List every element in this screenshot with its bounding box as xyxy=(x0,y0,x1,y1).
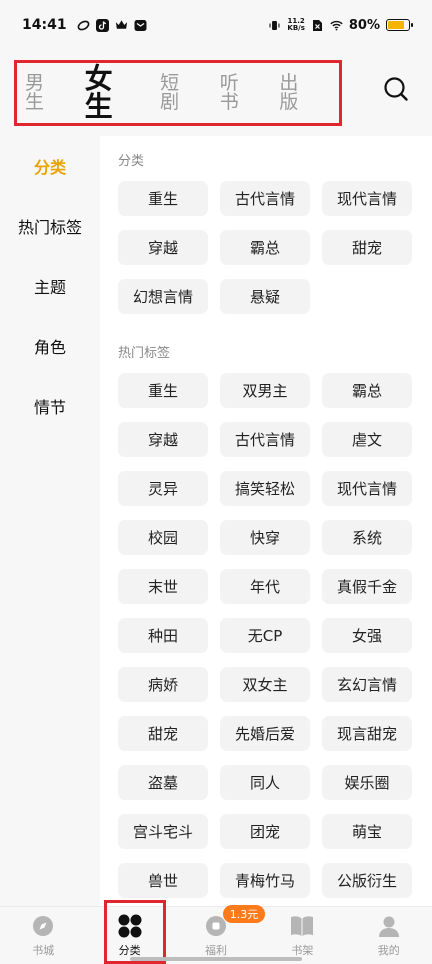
hot-tag[interactable]: 团宠 xyxy=(220,814,310,849)
hot-tag[interactable]: 虐文 xyxy=(322,422,412,457)
tab-male[interactable]: 男生 xyxy=(25,74,59,112)
hot-tag[interactable]: 真假千金 xyxy=(322,569,412,604)
category-sidebar: 分类 热门标签 主题 角色 情节 xyxy=(0,136,100,906)
battery-level xyxy=(388,21,404,29)
hot-tag[interactable]: 灵异 xyxy=(118,471,208,506)
hot-tag[interactable]: 年代 xyxy=(220,569,310,604)
hot-tag[interactable]: 种田 xyxy=(118,618,208,653)
hot-tag[interactable]: 古代言情 xyxy=(220,422,310,457)
category-tag[interactable]: 悬疑 xyxy=(220,279,310,314)
search-icon[interactable] xyxy=(382,75,410,103)
tag-content-panel: 分类 重生 古代言情 现代言情 穿越 霸总 甜宠 幻想言情 悬疑 热门标签 重生 双男主 霸总 穿越… xyxy=(100,136,432,906)
tab-publishing[interactable]: 出版 xyxy=(279,74,313,112)
crown-icon xyxy=(115,19,128,32)
bottom-nav: 书城 分类 福利 1.3元 书架 我的 xyxy=(0,905,432,964)
bottom-nav-welfare[interactable]: 福利 1.3元 xyxy=(173,905,266,958)
sidebar-item-category[interactable]: 分类 xyxy=(0,136,100,196)
hot-tag[interactable]: 系统 xyxy=(322,520,412,555)
hot-tag[interactable]: 先婚后爱 xyxy=(220,716,310,751)
message-icon xyxy=(134,19,147,32)
cloud-sync-icon xyxy=(77,19,90,32)
bottom-nav-label: 书架 xyxy=(291,944,314,957)
sidebar-item-plot[interactable]: 情节 xyxy=(0,376,100,436)
network-speed: 11.2 KB/s xyxy=(287,18,304,32)
hot-tag[interactable]: 病娇 xyxy=(118,667,208,702)
section-title-category: 分类 xyxy=(118,154,145,169)
top-channel-tabs: 男生 女生 短剧 听书 出版 xyxy=(14,60,342,126)
category-tag[interactable]: 古代言情 xyxy=(220,181,310,216)
category-tag[interactable]: 现代言情 xyxy=(322,181,412,216)
user-icon xyxy=(376,913,402,939)
hot-tag[interactable]: 搞笑轻松 xyxy=(220,471,310,506)
tiktok-icon xyxy=(95,18,109,32)
tab-audiobook[interactable]: 听书 xyxy=(220,74,254,112)
bottom-nav-bookshelf[interactable]: 书架 xyxy=(259,907,345,958)
grid-icon xyxy=(117,913,143,939)
tab-female[interactable]: 女生 xyxy=(85,65,135,121)
net-speed-unit: KB/s xyxy=(287,24,305,32)
hot-tag[interactable]: 兽世 xyxy=(118,863,208,898)
hot-tag[interactable]: 重生 xyxy=(118,373,208,408)
hot-tag[interactable]: 穿越 xyxy=(118,422,208,457)
home-indicator[interactable] xyxy=(130,957,302,961)
bottom-nav-mine[interactable]: 我的 xyxy=(346,907,432,958)
no-sim-icon xyxy=(311,19,324,32)
hot-tag[interactable]: 双男主 xyxy=(220,373,310,408)
compass-icon xyxy=(30,913,56,939)
status-bar: 14:41 11.2 KB/s 80% xyxy=(0,0,432,50)
hot-tag[interactable]: 盗墓 xyxy=(118,765,208,800)
bottom-nav-label: 我的 xyxy=(377,944,400,957)
wifi-icon xyxy=(330,19,343,32)
hot-tag[interactable]: 青梅竹马 xyxy=(220,863,310,898)
hot-tag[interactable]: 宫斗宅斗 xyxy=(118,814,208,849)
category-tag[interactable]: 幻想言情 xyxy=(118,279,208,314)
vibrate-icon xyxy=(268,19,281,32)
sidebar-item-theme[interactable]: 主题 xyxy=(0,256,100,316)
hot-tag[interactable]: 霸总 xyxy=(322,373,412,408)
hot-tag[interactable]: 娱乐圈 xyxy=(322,765,412,800)
hot-tag[interactable]: 玄幻言情 xyxy=(322,667,412,702)
tab-short-drama[interactable]: 短剧 xyxy=(160,74,194,112)
hot-tag[interactable]: 无CP xyxy=(220,618,310,653)
bottom-nav-bookstore[interactable]: 书城 xyxy=(0,907,86,958)
status-right: 11.2 KB/s 80% xyxy=(268,17,413,33)
category-tag[interactable]: 甜宠 xyxy=(322,230,412,265)
book-icon xyxy=(289,913,315,939)
hot-tag[interactable]: 女强 xyxy=(322,618,412,653)
status-time: 14:41 xyxy=(22,17,67,33)
hot-tag[interactable]: 同人 xyxy=(220,765,310,800)
bottom-nav-label: 福利 xyxy=(204,944,227,957)
category-tag[interactable]: 霸总 xyxy=(220,230,310,265)
bottom-nav-category[interactable]: 分类 xyxy=(86,907,172,958)
hot-tag[interactable]: 双女主 xyxy=(220,667,310,702)
hot-tag[interactable]: 现言甜宠 xyxy=(322,716,412,751)
battery-percent: 80% xyxy=(348,17,380,33)
hot-tag[interactable]: 公版衍生 xyxy=(322,863,412,898)
sidebar-item-hot-tags[interactable]: 热门标签 xyxy=(0,196,100,256)
category-tag[interactable]: 穿越 xyxy=(118,230,208,265)
battery-icon xyxy=(386,19,413,31)
hot-tag[interactable]: 萌宝 xyxy=(322,814,412,849)
hot-tag[interactable]: 甜宠 xyxy=(118,716,208,751)
hot-tag[interactable]: 现代言情 xyxy=(322,471,412,506)
hot-tag-grid: 重生 双男主 霸总穿越 古代言情 虐文灵异 搞笑轻松 现代言情校园 快穿 系统末世 年代 真假千金种… xyxy=(118,373,432,898)
hot-tag[interactable]: 校园 xyxy=(118,520,208,555)
hot-tag[interactable]: 快穿 xyxy=(220,520,310,555)
category-tag[interactable]: 重生 xyxy=(118,181,208,216)
bottom-nav-label: 分类 xyxy=(118,944,141,957)
status-left: 14:41 xyxy=(22,17,147,33)
section-title-hot-tags: 热门标签 xyxy=(118,346,171,361)
bottom-nav-label: 书城 xyxy=(32,944,55,957)
hot-tag[interactable]: 末世 xyxy=(118,569,208,604)
category-tag-grid: 重生 古代言情 现代言情穿越 霸总 甜宠幻想言情 悬疑 xyxy=(118,181,432,314)
sidebar-item-role[interactable]: 角色 xyxy=(0,316,100,376)
